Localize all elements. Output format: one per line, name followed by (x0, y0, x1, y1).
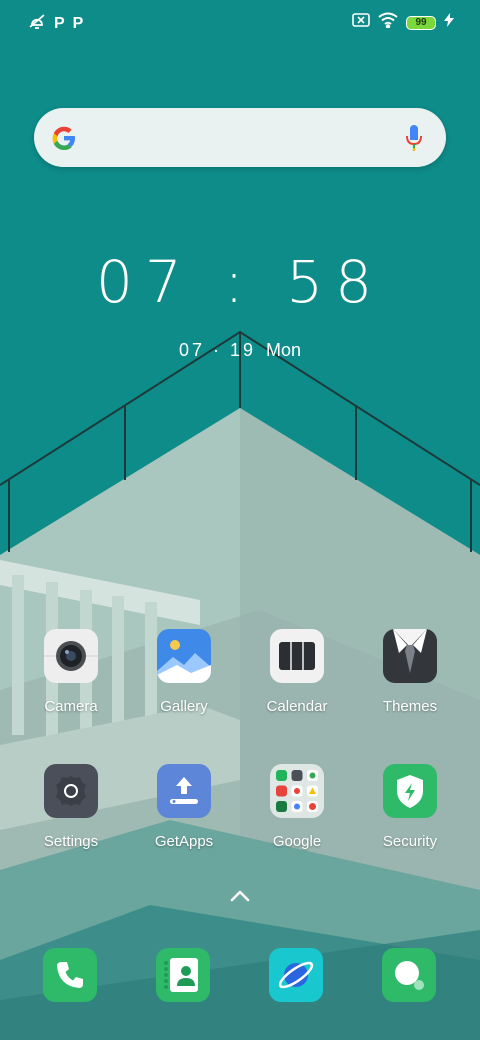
battery-icon: 99 (406, 15, 436, 30)
chevron-up-icon[interactable] (228, 886, 252, 904)
app-label: Security (382, 833, 438, 850)
app-label: GetApps (154, 833, 214, 850)
dock-phone[interactable] (43, 948, 97, 1002)
security-icon (383, 764, 437, 818)
charging-icon (444, 13, 454, 32)
google-folder-icon (270, 764, 324, 818)
app-settings[interactable]: Settings (15, 764, 127, 850)
app-label: Calendar (266, 698, 328, 715)
getapps-icon (157, 764, 211, 818)
parking-app-icon: P (72, 14, 84, 32)
clock-date[interactable]: 07 · 19 Mon (0, 340, 480, 361)
app-label: Gallery (160, 698, 208, 715)
app-calendar[interactable]: Calendar (241, 629, 353, 715)
dock-browser[interactable] (269, 948, 323, 1002)
alarm-off-icon (28, 12, 46, 35)
themes-icon (383, 629, 437, 683)
microphone-icon[interactable] (404, 123, 424, 153)
google-g-icon (52, 126, 75, 150)
status-right: 99 (352, 12, 454, 33)
wifi-icon (378, 12, 398, 33)
google-search-bar[interactable] (34, 108, 446, 167)
app-getapps[interactable]: GetApps (128, 764, 240, 850)
app-google-folder[interactable]: Google (241, 764, 353, 850)
camera-icon (44, 629, 98, 683)
clock-date-value: 07 · 19 (178, 340, 257, 360)
clock-time[interactable]: 07 : 58 (0, 248, 480, 316)
app-themes[interactable]: Themes (354, 629, 466, 715)
app-label: Google (272, 833, 322, 850)
clock-weekday: Mon (266, 340, 302, 360)
status-bar: P P 99 (0, 0, 480, 44)
settings-icon (44, 764, 98, 818)
sim-error-icon (352, 13, 370, 32)
app-security[interactable]: Security (354, 764, 466, 850)
status-left: P P (28, 12, 83, 35)
app-camera[interactable]: Camera (15, 629, 127, 715)
app-label: Camera (44, 698, 98, 715)
parking-app-icon: P (54, 14, 65, 32)
dock-contacts[interactable] (156, 948, 210, 1002)
app-label: Settings (43, 833, 99, 850)
messaging-icon (395, 961, 424, 990)
contacts-icon (164, 958, 198, 992)
phone-icon (57, 962, 83, 988)
dock-messaging[interactable] (382, 948, 436, 1002)
browser-icon (278, 961, 314, 989)
app-label: Themes (382, 698, 438, 715)
gallery-icon (157, 629, 211, 683)
calendar-icon (270, 629, 324, 683)
app-gallery[interactable]: Gallery (128, 629, 240, 715)
